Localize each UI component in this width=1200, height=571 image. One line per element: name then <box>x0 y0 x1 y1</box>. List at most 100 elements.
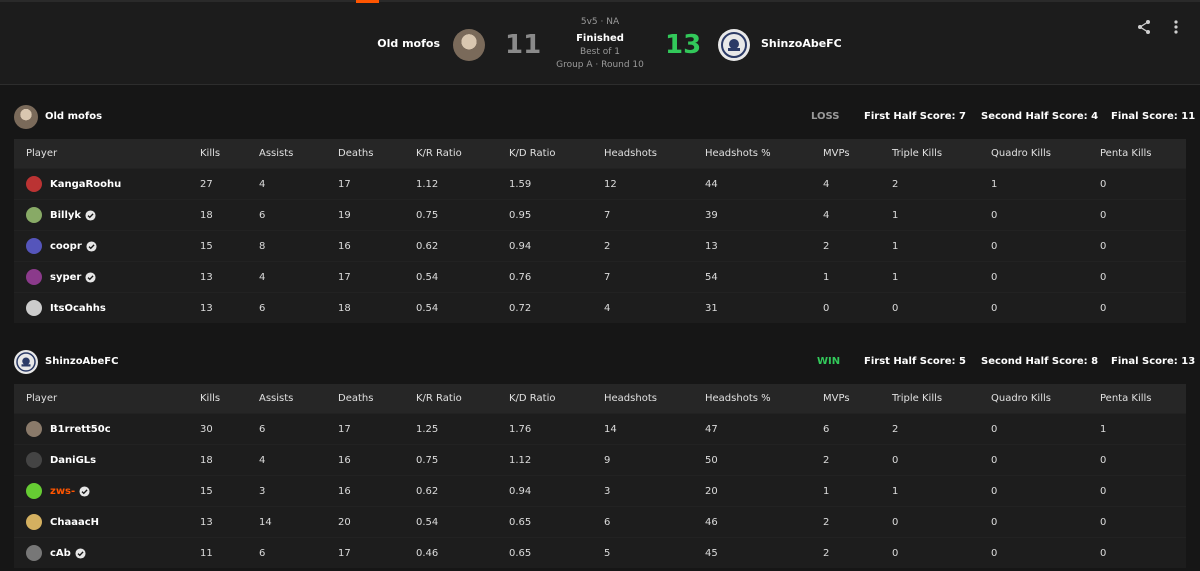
stat-cell: 5 <box>604 537 705 568</box>
stat-cell: 0.62 <box>416 475 509 507</box>
player-avatar[interactable] <box>26 452 42 468</box>
stat-cell: 6 <box>823 413 892 445</box>
column-header: K/D Ratio <box>509 393 556 404</box>
stat-cell: 13 <box>200 292 259 323</box>
team2-name[interactable]: ShinzoAbeFC <box>761 37 842 50</box>
group-round: Group A · Round 10 <box>556 60 644 70</box>
column-header: Triple Kills <box>892 148 943 159</box>
stat-cell: 0 <box>1100 292 1186 323</box>
team1-section-avatar[interactable] <box>14 105 38 129</box>
column-header: Triple Kills <box>892 393 943 404</box>
match-format: 5v5 · NA <box>580 17 620 27</box>
stat-cell: 1 <box>823 475 892 507</box>
stat-cell: 50 <box>705 444 823 476</box>
player-cell[interactable]: cAb <box>14 537 200 568</box>
team2-second-half: Second Half Score: 8 <box>981 356 1099 367</box>
stat-cell: 18 <box>338 292 416 323</box>
player-name[interactable]: ItsOcahhs <box>50 303 106 314</box>
stat-cell: 0 <box>892 444 991 476</box>
verified-icon <box>85 209 96 221</box>
team1-name[interactable]: Old mofos <box>377 37 440 50</box>
stat-cell: 1 <box>892 261 991 293</box>
player-avatar[interactable] <box>26 207 42 223</box>
stat-cell: 17 <box>338 413 416 445</box>
column-header: K/R Ratio <box>416 148 462 159</box>
team1-final: Final Score: 11 <box>1111 111 1196 122</box>
player-cell[interactable]: KangaRoohu <box>14 168 200 200</box>
column-header: Penta Kills <box>1100 148 1152 159</box>
player-cell[interactable]: ItsOcahhs <box>14 292 200 323</box>
team1-second-half: Second Half Score: 4 <box>981 111 1099 122</box>
table-row: B1rrett50c 30 6 17 1.25 1.76 14 47 6 2 0 1 <box>14 413 1186 445</box>
stat-cell: 31 <box>705 292 823 323</box>
stat-cell: 1 <box>991 168 1100 200</box>
player-cell[interactable]: DaniGLs <box>14 444 200 476</box>
player-avatar[interactable] <box>26 545 42 561</box>
player-cell[interactable]: syper <box>14 261 200 293</box>
team2-section-avatar[interactable] <box>14 350 38 374</box>
player-name[interactable]: syper <box>50 272 81 283</box>
table-row: coopr 15 8 16 0.62 0.94 2 13 2 1 0 0 <box>14 230 1186 262</box>
player-name[interactable]: cAb <box>50 548 71 559</box>
stat-cell: 0 <box>892 292 991 323</box>
best-of: Best of 1 <box>579 47 621 57</box>
stat-cell: 2 <box>823 506 892 538</box>
stat-cell: 7 <box>604 199 705 231</box>
stat-cell: 1 <box>892 199 991 231</box>
team1-avatar[interactable] <box>453 29 485 61</box>
more-vertical-icon[interactable] <box>1170 19 1182 39</box>
stat-cell: 0.62 <box>416 230 509 262</box>
player-avatar[interactable] <box>26 176 42 192</box>
table-row: DaniGLs 18 4 16 0.75 1.12 9 50 2 0 0 0 <box>14 444 1186 476</box>
team1-section-name[interactable]: Old mofos <box>45 111 102 122</box>
player-cell[interactable]: coopr <box>14 230 200 262</box>
player-cell[interactable]: zws- <box>14 475 200 507</box>
stat-cell: 0 <box>991 506 1100 538</box>
stat-cell: 2 <box>892 168 991 200</box>
player-name[interactable]: KangaRoohu <box>50 179 121 190</box>
team2-section-name[interactable]: ShinzoAbeFC <box>45 356 118 367</box>
share-icon[interactable] <box>1136 19 1152 39</box>
player-avatar[interactable] <box>26 269 42 285</box>
player-name[interactable]: ChaaacH <box>50 517 99 528</box>
player-name[interactable]: DaniGLs <box>50 455 96 466</box>
player-avatar[interactable] <box>26 483 42 499</box>
stat-cell: 14 <box>604 413 705 445</box>
stat-cell: 0.75 <box>416 444 509 476</box>
player-name[interactable]: B1rrett50c <box>50 424 111 435</box>
player-cell[interactable]: ChaaacH <box>14 506 200 538</box>
stat-cell: 16 <box>338 444 416 476</box>
stat-cell: 20 <box>705 475 823 507</box>
player-avatar[interactable] <box>26 300 42 316</box>
stat-cell: 13 <box>200 261 259 293</box>
stat-cell: 3 <box>604 475 705 507</box>
stat-cell: 15 <box>200 475 259 507</box>
stat-cell: 0 <box>1100 537 1186 568</box>
stat-cell: 0 <box>1100 230 1186 262</box>
stat-cell: 7 <box>604 261 705 293</box>
player-avatar[interactable] <box>26 238 42 254</box>
stat-cell: 0 <box>1100 506 1186 538</box>
column-header: MVPs <box>823 393 850 404</box>
player-name[interactable]: coopr <box>50 241 82 252</box>
player-avatar[interactable] <box>26 514 42 530</box>
stat-cell: 47 <box>705 413 823 445</box>
player-cell[interactable]: B1rrett50c <box>14 413 200 445</box>
stat-cell: 2 <box>823 537 892 568</box>
stat-cell: 45 <box>705 537 823 568</box>
player-avatar[interactable] <box>26 421 42 437</box>
player-name[interactable]: Billyk <box>50 210 81 221</box>
stat-cell: 20 <box>338 506 416 538</box>
team2-avatar[interactable] <box>718 29 750 61</box>
stat-cell: 13 <box>200 506 259 538</box>
stat-cell: 16 <box>338 475 416 507</box>
player-cell[interactable]: Billyk <box>14 199 200 231</box>
stat-cell: 17 <box>338 261 416 293</box>
stat-cell: 0 <box>991 261 1100 293</box>
table-header-row: Player Kills Assists Deaths K/R Ratio K/D Rat… <box>14 139 1186 169</box>
top-border <box>0 0 1200 2</box>
stat-cell: 1 <box>892 475 991 507</box>
stat-cell: 0.54 <box>416 292 509 323</box>
stat-cell: 0.76 <box>509 261 604 293</box>
player-name[interactable]: zws- <box>50 486 75 497</box>
